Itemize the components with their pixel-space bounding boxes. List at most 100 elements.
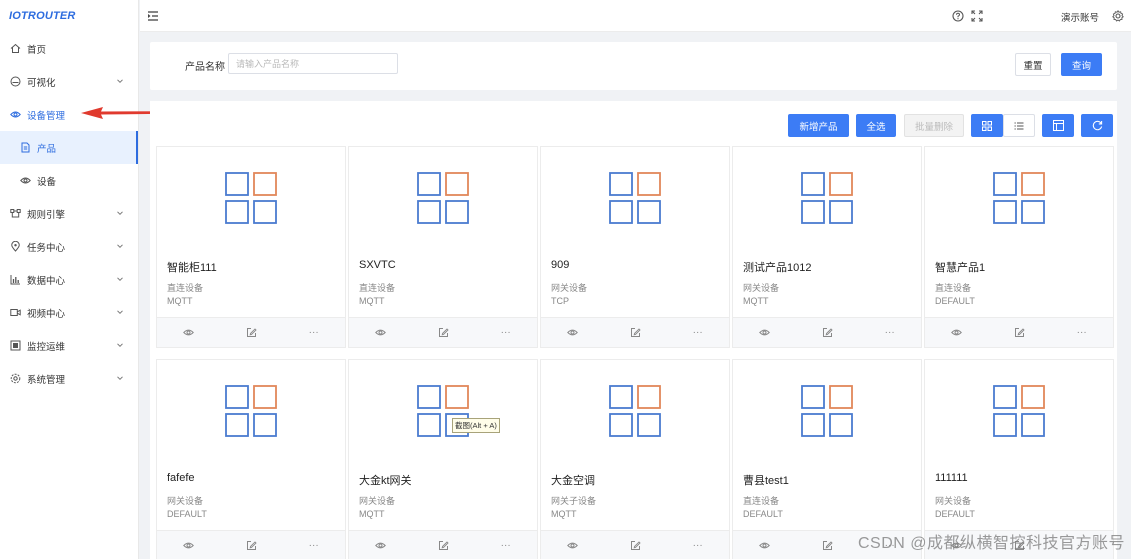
select-all-button[interactable]: 全选: [856, 114, 896, 137]
sidebar-item-5[interactable]: 规则引擎: [0, 197, 138, 230]
sidebar-item-2[interactable]: 设备管理: [0, 98, 138, 131]
reset-button[interactable]: 重置: [1015, 53, 1051, 76]
more-options-icon[interactable]: ···: [474, 318, 537, 347]
sidebar-item-3[interactable]: 产品: [0, 131, 138, 164]
view-eye-icon[interactable]: [349, 318, 412, 347]
column-settings-button[interactable]: [1042, 114, 1074, 137]
product-card[interactable]: 测试产品1012 网关设备 MQTT ···: [732, 146, 922, 348]
view-eye-icon[interactable]: [157, 531, 220, 559]
product-name: 测试产品1012: [743, 262, 812, 274]
grid-view-button[interactable]: [971, 114, 1003, 137]
card-actions: ···: [541, 530, 729, 559]
edit-icon[interactable]: [412, 531, 475, 559]
product-thumbnail-icon: [609, 385, 661, 437]
batch-delete-button[interactable]: 批量删除: [904, 114, 964, 137]
user-name[interactable]: 演示账号: [1061, 10, 1099, 24]
sidebar-item-label: 设备: [37, 176, 57, 188]
view-eye-icon[interactable]: [733, 531, 796, 559]
sidebar-item-4[interactable]: 设备: [0, 164, 138, 197]
view-eye-icon[interactable]: [157, 318, 220, 347]
help-icon[interactable]: [951, 9, 965, 23]
product-device-type: 网关设备: [359, 496, 396, 506]
product-device-type: 网关设备: [743, 283, 780, 293]
sidebar-menu: 首页 可视化设备管理产品设备规则引擎任务中心数据中心视频中心监控运维系统管理: [0, 32, 138, 395]
chevron-down-icon: [116, 341, 124, 352]
more-options-icon[interactable]: ···: [666, 318, 729, 347]
menu-collapse-icon[interactable]: [146, 9, 160, 23]
bar-chart-icon: [10, 274, 21, 285]
sidebar-item-label: 任务中心: [27, 242, 66, 254]
edit-icon[interactable]: [220, 318, 283, 347]
edit-icon[interactable]: [988, 318, 1051, 347]
product-card[interactable]: 智慧产品1 直连设备 DEFAULT ···: [924, 146, 1114, 348]
more-options-icon[interactable]: ···: [666, 531, 729, 559]
sidebar-item-10[interactable]: 系统管理: [0, 362, 138, 395]
product-card[interactable]: 大金kt网关 网关设备 MQTT ···: [348, 359, 538, 559]
sidebar-item-label: 视频中心: [27, 308, 66, 320]
product-name: 智能柜111: [167, 262, 217, 274]
sidebar-item-1[interactable]: 可视化: [0, 65, 138, 98]
more-options-icon[interactable]: ···: [1050, 318, 1113, 347]
product-thumbnail-icon: [225, 172, 277, 224]
view-eye-icon[interactable]: [541, 531, 604, 559]
sidebar-item-6[interactable]: 任务中心: [0, 230, 138, 263]
sidebar-item-7[interactable]: 数据中心: [0, 263, 138, 296]
product-thumbnail-icon: [417, 172, 469, 224]
chevron-down-icon: [116, 77, 124, 88]
product-card[interactable]: 大金空调 网关子设备 MQTT ···: [540, 359, 730, 559]
video-icon: [10, 307, 21, 318]
eye-icon: [10, 109, 21, 120]
query-button[interactable]: 查询: [1061, 53, 1102, 76]
product-device-type: 直连设备: [935, 283, 972, 293]
edit-icon[interactable]: [796, 318, 859, 347]
monitor-icon: [10, 340, 21, 351]
product-protocol: DEFAULT: [935, 509, 975, 519]
list-view-button[interactable]: [1003, 114, 1035, 137]
more-options-icon[interactable]: ···: [858, 318, 921, 347]
more-options-icon[interactable]: ···: [282, 531, 345, 559]
edit-icon[interactable]: [796, 531, 859, 559]
sidebar-item-label: 设备管理: [27, 110, 66, 122]
product-device-type: 直连设备: [359, 283, 396, 293]
product-card[interactable]: fafefe 网关设备 DEFAULT ···: [156, 359, 346, 559]
edit-icon[interactable]: [220, 531, 283, 559]
chevron-down-icon: [116, 275, 124, 286]
sidebar-item-label: 监控运维: [27, 341, 66, 353]
more-options-icon[interactable]: ···: [282, 318, 345, 347]
edit-icon[interactable]: [604, 531, 667, 559]
card-actions: ···: [157, 530, 345, 559]
sidebar-item-label: 系统管理: [27, 374, 66, 386]
grid-icon: [982, 120, 992, 131]
view-eye-icon[interactable]: [349, 531, 412, 559]
add-product-button[interactable]: 新增产品: [788, 114, 849, 137]
chevron-down-icon: [116, 242, 124, 253]
settings-gear-icon[interactable]: [1111, 9, 1125, 23]
view-eye-icon[interactable]: [541, 318, 604, 347]
sidebar-item-9[interactable]: 监控运维: [0, 329, 138, 362]
fullscreen-icon[interactable]: [970, 9, 984, 23]
refresh-button[interactable]: [1081, 114, 1113, 137]
product-name: 曹县test1: [743, 475, 789, 487]
product-thumbnail-icon: [993, 385, 1045, 437]
product-card[interactable]: 智能柜111 直连设备 MQTT ···: [156, 146, 346, 348]
view-eye-icon[interactable]: [733, 318, 796, 347]
sidebar-item-8[interactable]: 视频中心: [0, 296, 138, 329]
more-options-icon[interactable]: ···: [474, 531, 537, 559]
product-name-input[interactable]: [228, 53, 398, 74]
product-protocol: MQTT: [551, 509, 577, 519]
edit-icon[interactable]: [604, 318, 667, 347]
view-eye-icon[interactable]: [925, 318, 988, 347]
sidebar-item-0[interactable]: 首页: [0, 32, 138, 65]
edit-icon[interactable]: [412, 318, 475, 347]
sidebar-item-label: 规则引擎: [27, 209, 66, 221]
rule-icon: [10, 208, 21, 219]
product-card[interactable]: SXVTC 直连设备 MQTT ···: [348, 146, 538, 348]
logo-text: IOTROUTER: [9, 10, 76, 22]
product-device-type: 直连设备: [743, 496, 780, 506]
product-card[interactable]: 909 网关设备 TCP ···: [540, 146, 730, 348]
product-device-type: 网关设备: [935, 496, 972, 506]
pin-icon: [10, 241, 21, 252]
card-actions: ···: [349, 530, 537, 559]
product-thumbnail-icon: [609, 172, 661, 224]
logo[interactable]: IOTROUTER: [0, 0, 138, 32]
